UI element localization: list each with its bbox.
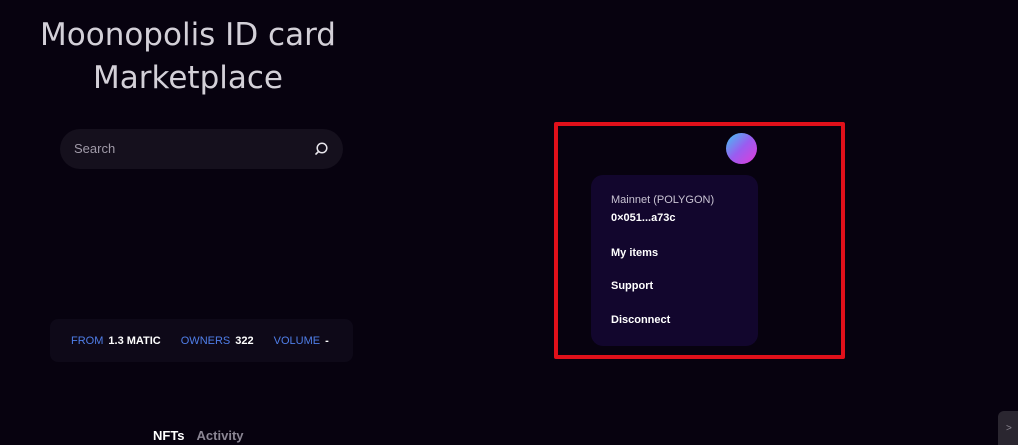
menu-item-support[interactable]: Support xyxy=(611,280,653,292)
tab-bar: NFTs Activity xyxy=(153,428,244,443)
volume-label: VOLUME xyxy=(273,334,321,347)
network-label: Mainnet (POLYGON) xyxy=(611,194,715,206)
from-value: 1.3 MATIC xyxy=(108,334,161,347)
search-bar[interactable]: Search xyxy=(60,129,343,169)
owners-value: 322 xyxy=(235,334,254,347)
owners-label: OWNERS xyxy=(180,334,231,347)
volume-value: - xyxy=(325,334,329,347)
chevron-right-icon: > xyxy=(1006,423,1012,434)
corner-button[interactable]: > xyxy=(998,411,1018,445)
account-dropdown-menu: Mainnet (POLYGON) 0×051...a73c My items … xyxy=(591,175,758,346)
avatar[interactable] xyxy=(726,133,757,164)
tab-nfts[interactable]: NFTs xyxy=(153,428,185,443)
page-title: Moonopolis ID card Marketplace xyxy=(40,17,336,96)
search-icon[interactable] xyxy=(315,141,331,157)
collection-stats: FROM 1.3 MATIC OWNERS 322 VOLUME - xyxy=(50,319,353,362)
from-label: FROM xyxy=(71,334,104,347)
menu-item-my-items[interactable]: My items xyxy=(611,247,658,259)
tab-activity[interactable]: Activity xyxy=(197,428,244,443)
menu-item-disconnect[interactable]: Disconnect xyxy=(611,314,670,326)
wallet-address: 0×051...a73c xyxy=(611,212,676,224)
search-input[interactable]: Search xyxy=(74,141,115,156)
